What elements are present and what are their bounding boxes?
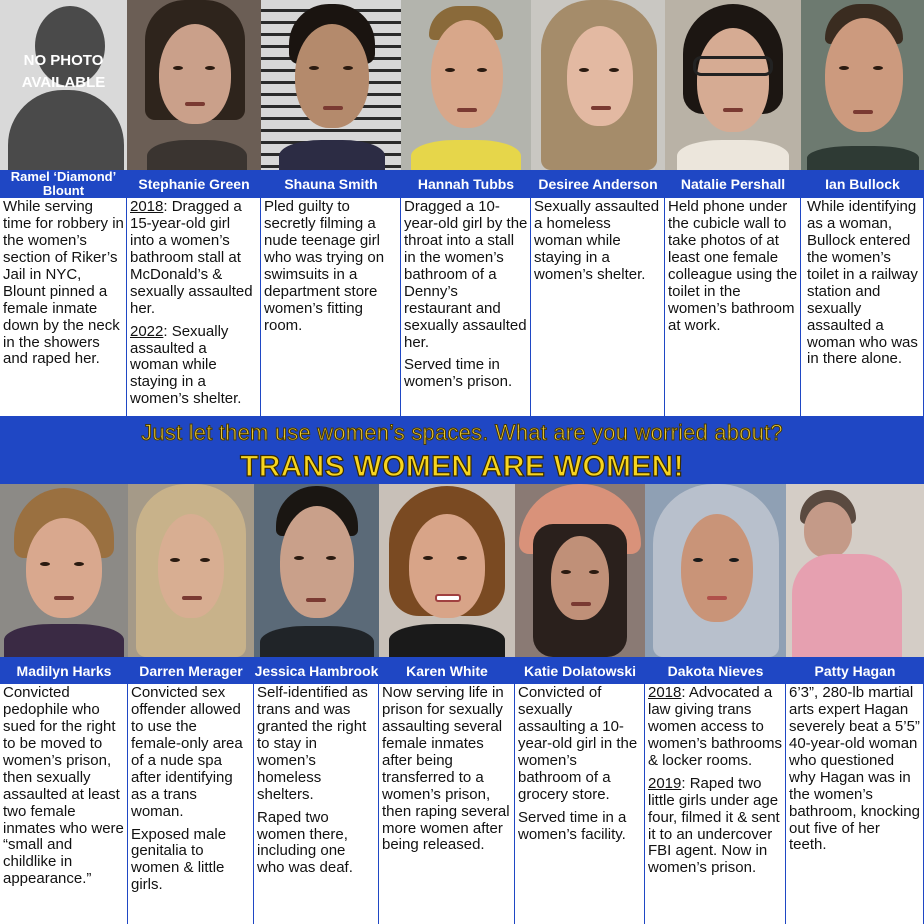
person-card-patty-hagan: Patty Hagan 6’3”, 280-lb martial arts ex… (786, 484, 924, 924)
person-photo (531, 0, 665, 170)
person-bio: 2018: Advocated a law giving trans women… (645, 684, 786, 924)
person-card-natalie-pershall: Natalie Pershall Held phone under the cu… (665, 0, 801, 416)
person-bio: Self-identified as trans and was granted… (254, 684, 379, 924)
person-name: Stephanie Green (127, 170, 261, 198)
banner-line-2: TRANS WOMEN ARE WOMEN! (239, 449, 684, 483)
person-photo (786, 484, 924, 657)
slogan-banner: Just let them use women’s spaces. What a… (0, 416, 924, 484)
banner-line-1: Just let them use women’s spaces. What a… (141, 420, 783, 446)
person-bio: Dragged a 10-year-old girl by the throat… (401, 198, 531, 416)
person-bio: Convicted of sexually assaulting a 10-ye… (515, 684, 645, 924)
person-card-jessica-hambrook: Jessica Hambrook Self-identified as tran… (254, 484, 379, 924)
person-bio: While identifying as a woman, Bullock en… (801, 198, 924, 416)
person-photo (261, 0, 401, 170)
person-name: Karen White (379, 657, 515, 684)
person-bio: 6’3”, 280-lb martial arts expert Hagan s… (786, 684, 924, 924)
person-name: Dakota Nieves (645, 657, 786, 684)
person-card-katie-dolatowski: Katie Dolatowski Convicted of sexually a… (515, 484, 645, 924)
person-name: Ramel ‘Diamond’ Blount (0, 170, 127, 198)
person-name: Natalie Pershall (665, 170, 801, 198)
person-photo (515, 484, 645, 657)
person-name: Madilyn Harks (0, 657, 128, 684)
top-row: NO PHOTO AVAILABLE Ramel ‘Diamond’ Bloun… (0, 0, 924, 416)
person-card-desiree-anderson: Desiree Anderson Sexually assaulted a ho… (531, 0, 665, 416)
person-bio: Sexually assaulted a homeless woman whil… (531, 198, 665, 416)
person-photo (665, 0, 801, 170)
person-name: Patty Hagan (786, 657, 924, 684)
person-photo (254, 484, 379, 657)
person-card-shauna-smith: Shauna Smith Pled guilty to secretly fil… (261, 0, 401, 416)
person-bio: Convicted pedophile who sued for the rig… (0, 684, 128, 924)
person-name: Hannah Tubbs (401, 170, 531, 198)
person-name: Desiree Anderson (531, 170, 665, 198)
person-card-blount: NO PHOTO AVAILABLE Ramel ‘Diamond’ Bloun… (0, 0, 127, 416)
person-bio: While serving time for robbery in the wo… (0, 198, 127, 416)
person-bio: Convicted sex offender allowed to use th… (128, 684, 254, 924)
person-name: Jessica Hambrook (254, 657, 379, 684)
person-photo (645, 484, 786, 657)
person-bio: Now serving life in prison for sexually … (379, 684, 515, 924)
person-card-ian-bullock: Ian Bullock While identifying as a woman… (801, 0, 924, 416)
person-photo (128, 484, 254, 657)
person-card-darren-merager: Darren Merager Convicted sex offender al… (128, 484, 254, 924)
person-bio: Pled guilty to secretly filming a nude t… (261, 198, 401, 416)
no-photo-text: NO PHOTO AVAILABLE (21, 52, 106, 91)
person-card-karen-white: Karen White Now serving life in prison f… (379, 484, 515, 924)
person-card-stephanie-green: Stephanie Green 2018: Dragged a 15-year-… (127, 0, 261, 416)
person-photo (401, 0, 531, 170)
person-photo (379, 484, 515, 657)
person-bio: 2018: Dragged a 15-year-old girl into a … (127, 198, 261, 416)
person-name: Katie Dolatowski (515, 657, 645, 684)
person-name: Darren Merager (128, 657, 254, 684)
person-card-madilyn-harks: Madilyn Harks Convicted pedophile who su… (0, 484, 128, 924)
person-name: Shauna Smith (261, 170, 401, 198)
person-photo (801, 0, 924, 170)
person-photo (127, 0, 261, 170)
person-card-dakota-nieves: Dakota Nieves 2018: Advocated a law givi… (645, 484, 786, 924)
no-photo-placeholder: NO PHOTO AVAILABLE (0, 0, 127, 170)
person-name: Ian Bullock (801, 170, 924, 198)
person-bio: Held phone under the cubicle wall to tak… (665, 198, 801, 416)
person-card-hannah-tubbs: Hannah Tubbs Dragged a 10-year-old girl … (401, 0, 531, 416)
person-photo (0, 484, 128, 657)
bottom-row: Madilyn Harks Convicted pedophile who su… (0, 484, 924, 924)
